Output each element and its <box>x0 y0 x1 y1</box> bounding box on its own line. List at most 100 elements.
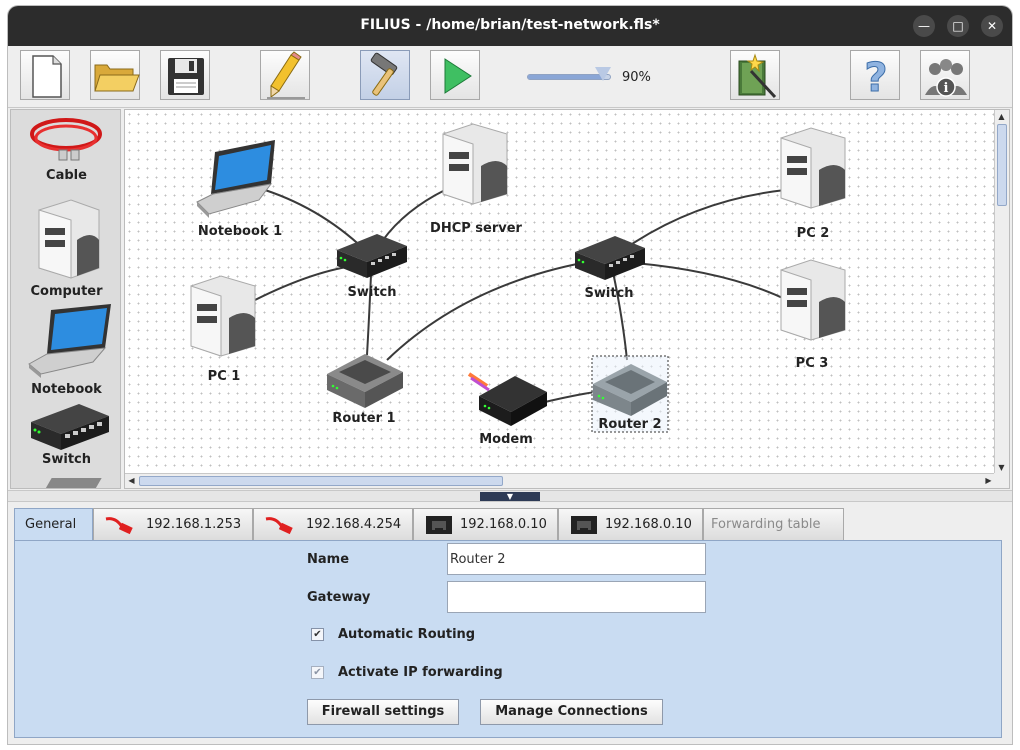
wizard-button[interactable] <box>730 50 780 100</box>
collapse-arrow-icon[interactable]: ▼ <box>480 492 540 501</box>
new-file-icon <box>32 55 62 98</box>
maximize-button[interactable]: □ <box>947 15 969 37</box>
node-label-router2: Router 2 <box>598 417 662 432</box>
ip-forwarding-checkbox[interactable]: ✔ <box>311 666 324 679</box>
floppy-disk-icon <box>168 58 204 95</box>
link-modem-router2[interactable] <box>544 391 596 403</box>
node-label-modem: Modem <box>479 432 533 447</box>
tab-label-interface-2: 192.168.4.254 <box>306 517 402 532</box>
tab-label-general: General <box>25 517 77 532</box>
node-icon-notebook1[interactable] <box>196 140 275 218</box>
minimize-button[interactable]: — <box>913 15 935 37</box>
node-label-switch2: Switch <box>584 286 634 301</box>
palette-label-computer: Computer <box>30 284 103 299</box>
scroll-down-arrow[interactable]: ▼ <box>995 463 1008 472</box>
tab-label-forwarding-table: Forwarding table <box>711 517 821 532</box>
node-label-dhcp: DHCP server <box>430 221 522 236</box>
play-icon <box>444 58 472 94</box>
title-bar: FILIUS - /home/brian/test-network.fls* —… <box>8 6 1012 46</box>
tab-interface-4[interactable]: 192.168.0.10 <box>558 508 703 540</box>
manage-connections-button[interactable]: Manage Connections <box>480 699 663 725</box>
horizontal-scrollbar[interactable]: ◀ ▶ <box>125 473 995 488</box>
tab-general[interactable]: General <box>14 508 93 541</box>
config-tabs: General 192.168.1.253 192.168.4.254 192.… <box>14 508 1004 541</box>
save-button[interactable] <box>160 50 210 100</box>
vertical-scroll-thumb[interactable] <box>997 124 1007 206</box>
tab-label-interface-3: 192.168.0.10 <box>460 517 547 532</box>
general-panel: Name Router 2 Gateway ✔ Automatic Routin… <box>14 540 1002 738</box>
scroll-up-arrow[interactable]: ▲ <box>995 112 1008 121</box>
node-label-switch1: Switch <box>347 285 397 300</box>
node-icon-pc1[interactable] <box>190 275 256 357</box>
horizontal-scroll-thumb[interactable] <box>139 476 503 486</box>
link-switch2-pc3[interactable] <box>622 261 788 301</box>
network-canvas-area: Notebook 1 DHCP server Switch PC 1 Route… <box>124 109 1010 489</box>
node-icon-dhcp[interactable] <box>442 123 508 205</box>
node-icon-switch1[interactable] <box>337 234 407 278</box>
network-port-icon <box>426 516 452 534</box>
cable-icon <box>30 118 102 161</box>
palette-item-partial[interactable] <box>34 478 102 488</box>
computer-icon <box>38 199 100 279</box>
ip-forwarding-label: Activate IP forwarding <box>338 665 503 680</box>
red-cable-icon <box>265 517 293 535</box>
scroll-left-arrow[interactable]: ◀ <box>125 476 138 485</box>
svg-text:i: i <box>944 81 949 96</box>
link-switch2-pc2[interactable] <box>622 189 786 251</box>
magic-book-icon <box>738 53 777 99</box>
node-icon-pc3[interactable] <box>780 259 846 341</box>
automatic-routing-label: Automatic Routing <box>338 627 476 642</box>
node-label-notebook1: Notebook 1 <box>197 224 283 239</box>
tab-forwarding-table[interactable]: Forwarding table <box>703 508 844 540</box>
close-button[interactable]: ✕ <box>981 15 1003 37</box>
node-icon-modem[interactable] <box>467 372 547 426</box>
about-button[interactable]: i <box>920 50 970 100</box>
hammer-icon <box>370 52 398 96</box>
node-icon-router1[interactable] <box>327 354 403 408</box>
question-mark-icon: ? <box>864 55 888 102</box>
palette-label-cable: Cable <box>46 168 87 183</box>
palette-label-notebook: Notebook <box>31 382 102 397</box>
notebook-icon <box>28 304 111 378</box>
gateway-field[interactable] <box>447 581 706 613</box>
palette-item-notebook[interactable]: Notebook <box>11 302 120 398</box>
link-router1-switch2[interactable] <box>386 261 588 361</box>
palette-item-computer[interactable]: Computer <box>11 196 120 299</box>
node-label-pc2: PC 2 <box>796 226 830 241</box>
design-mode-button[interactable] <box>260 50 310 100</box>
vertical-scrollbar[interactable]: ▲ ▼ <box>994 110 1009 474</box>
link-pc1-switch1[interactable] <box>254 264 361 301</box>
name-label: Name <box>307 552 350 567</box>
new-file-button[interactable] <box>20 50 70 100</box>
window-title: FILIUS - /home/brian/test-network.fls* <box>360 17 660 33</box>
tab-interface-1[interactable]: 192.168.1.253 <box>93 508 253 540</box>
simulation-mode-button[interactable] <box>360 50 410 100</box>
palette-item-cable[interactable]: Cable <box>11 112 120 184</box>
tab-interface-2[interactable]: 192.168.4.254 <box>253 508 413 540</box>
folder-open-icon <box>94 64 140 92</box>
network-canvas[interactable]: Notebook 1 DHCP server Switch PC 1 Route… <box>125 110 995 474</box>
node-label-pc3: PC 3 <box>795 356 829 371</box>
switch-icon <box>31 404 109 450</box>
name-field[interactable]: Router 2 <box>447 543 706 575</box>
open-button[interactable] <box>90 50 140 100</box>
network-links <box>190 123 846 433</box>
node-icon-pc2[interactable] <box>780 127 846 209</box>
component-palette: Cable Computer Notebook Switch <box>10 109 121 489</box>
gateway-label: Gateway <box>307 590 371 605</box>
palette-label-switch: Switch <box>41 452 91 467</box>
people-info-icon: i <box>925 59 967 97</box>
zoom-slider-knob[interactable] <box>594 67 611 81</box>
svg-text:?: ? <box>864 55 887 101</box>
tab-interface-3[interactable]: 192.168.0.10 <box>413 508 558 540</box>
palette-item-switch[interactable]: Switch <box>11 400 120 470</box>
panel-splitter[interactable]: ▼ <box>8 490 1012 502</box>
pencil-icon <box>267 51 305 99</box>
node-label-pc1: PC 1 <box>207 369 241 384</box>
automatic-routing-checkbox[interactable]: ✔ <box>311 628 324 641</box>
help-button[interactable]: ? <box>850 50 900 102</box>
firewall-settings-button[interactable]: Firewall settings <box>307 699 459 725</box>
filius-window: FILIUS - /home/brian/test-network.fls* —… <box>8 6 1012 744</box>
toolbar: 90% ? i <box>8 46 1012 108</box>
run-button[interactable] <box>430 50 480 100</box>
